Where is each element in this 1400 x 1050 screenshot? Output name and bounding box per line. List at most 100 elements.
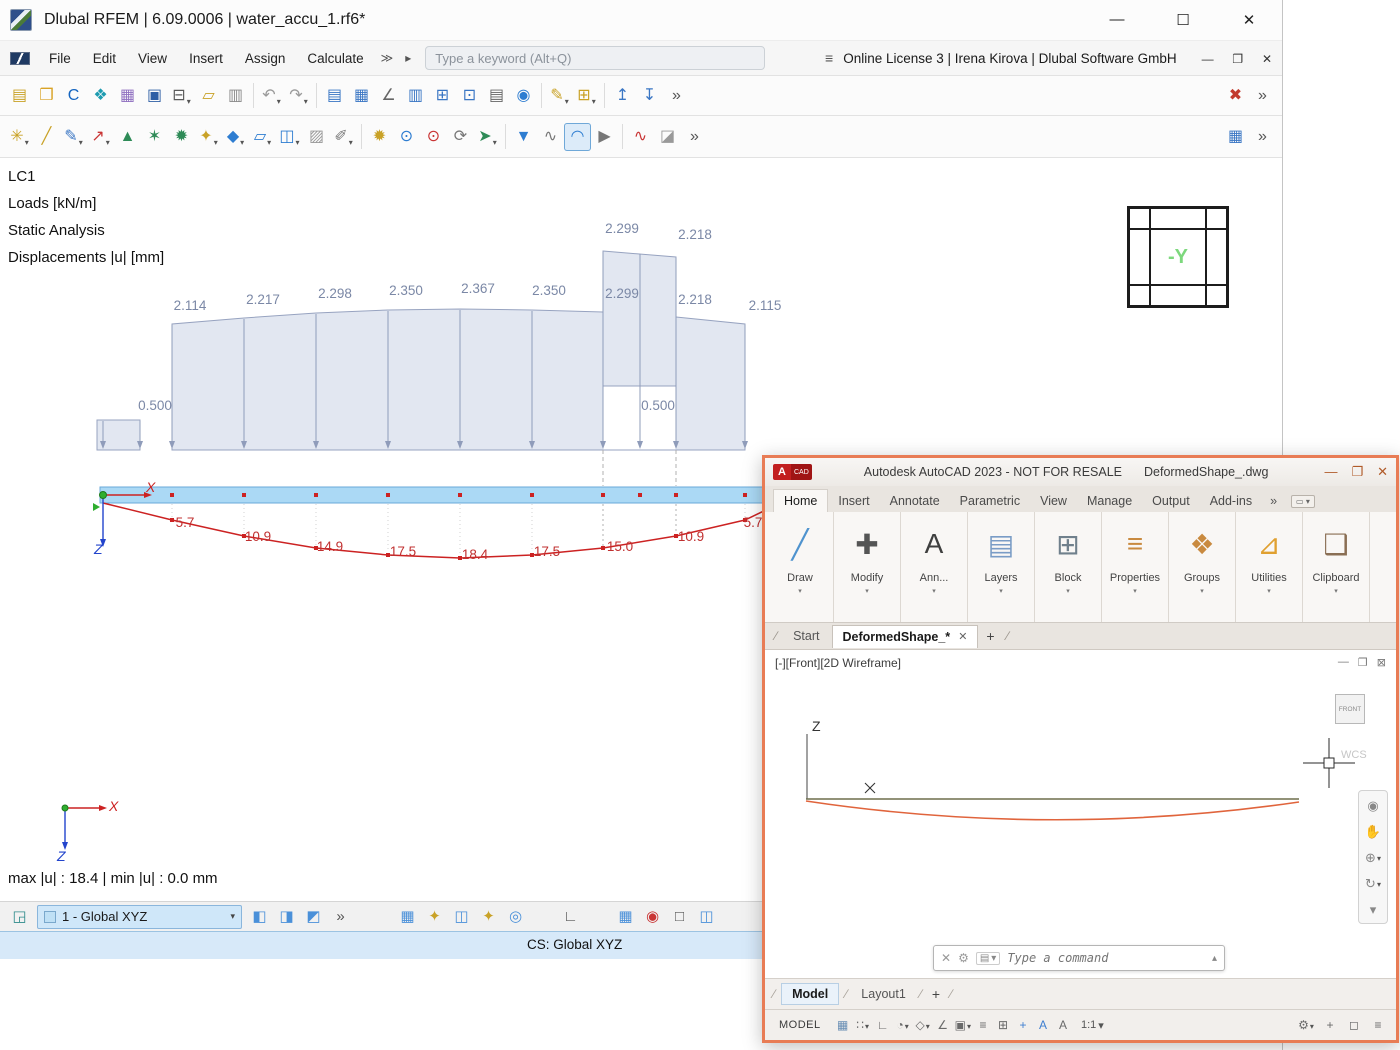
file-tab-start[interactable]: Start bbox=[783, 625, 829, 647]
maximize-button[interactable]: ☐ bbox=[1160, 11, 1206, 29]
vp-restore-icon[interactable]: ❐ bbox=[1358, 656, 1368, 669]
redo-icon-caret[interactable]: ▾ bbox=[304, 97, 308, 110]
undo-icon[interactable]: ↶▾ bbox=[258, 82, 285, 110]
mode-shapes-icon[interactable]: ∿ bbox=[627, 123, 654, 151]
utilities-panel-icon[interactable]: ⊿ bbox=[1257, 516, 1280, 572]
plane-xy-icon[interactable]: ✦ bbox=[421, 905, 448, 929]
print-icon-caret[interactable]: ▾ bbox=[187, 97, 191, 110]
annotation-scale-icon[interactable]: A bbox=[1053, 1015, 1073, 1035]
view-navigation-cube[interactable]: -Y bbox=[1127, 206, 1229, 308]
table-edit-icon[interactable]: ⊞▾ bbox=[573, 82, 600, 110]
groups-panel-icon[interactable]: ❖ bbox=[1189, 516, 1214, 572]
acad-close-button[interactable]: ✕ bbox=[1377, 464, 1388, 480]
insert-visual-object-icon[interactable]: ◫▾ bbox=[276, 123, 303, 151]
dynamic-input-icon[interactable]: ◔▾ bbox=[893, 1015, 913, 1035]
view-in-y-icon[interactable]: ◩ bbox=[300, 905, 327, 929]
ribbon-tab-manage[interactable]: Manage bbox=[1077, 490, 1142, 512]
pan-icon[interactable]: ✋ bbox=[1362, 821, 1384, 841]
line-edit-icon[interactable]: ✎▾ bbox=[60, 123, 87, 151]
viewcube-face[interactable] bbox=[1206, 208, 1227, 229]
orbit-icon[interactable]: ↻▾ bbox=[1362, 873, 1384, 893]
menu-file[interactable]: File bbox=[38, 51, 82, 66]
navigation-wheel-icon[interactable]: ◉ bbox=[1362, 795, 1384, 815]
save-icon[interactable]: ▣ bbox=[141, 82, 168, 110]
regenerate-icon[interactable]: ⟳ bbox=[447, 123, 474, 151]
polyline-icon[interactable]: ↗▾ bbox=[87, 123, 114, 151]
model-space-button[interactable]: MODEL bbox=[773, 1017, 827, 1033]
coordinate-system-select[interactable]: 1 - Global XYZ ▾ bbox=[37, 905, 242, 929]
printout-report-icon[interactable]: ▦ bbox=[114, 82, 141, 110]
views-overflow-icon[interactable]: » bbox=[327, 905, 354, 929]
generate-load-icon[interactable]: ✹ bbox=[366, 123, 393, 151]
ribbon-panel-draw[interactable]: ╱Draw▾ bbox=[767, 512, 834, 622]
modify-panel-icon[interactable]: ✚ bbox=[855, 516, 878, 572]
model-cube-icon[interactable]: ❖ bbox=[87, 82, 114, 110]
workspace-gear-icon[interactable]: ⚙▾ bbox=[1296, 1015, 1316, 1035]
doc-close-button[interactable]: ✕ bbox=[1262, 52, 1272, 66]
orbit-icon-caret[interactable]: ▾ bbox=[1377, 880, 1381, 893]
navigator-icon[interactable]: ▤ bbox=[321, 82, 348, 110]
ribbon-state-toggle[interactable]: ▭ ▾ bbox=[1291, 495, 1315, 508]
ribbon-panel-modify[interactable]: ✚Modify▾ bbox=[834, 512, 901, 622]
ribbon-panel-properties[interactable]: ≡Properties▾ bbox=[1102, 512, 1169, 622]
workspace-gear-icon-caret[interactable]: ▾ bbox=[1310, 1022, 1314, 1035]
undo-icon-caret[interactable]: ▾ bbox=[277, 97, 281, 110]
panel-expand-caret[interactable]: ▾ bbox=[999, 587, 1003, 595]
table-sc-icon[interactable]: ⊡ bbox=[456, 82, 483, 110]
navbar-more-icon[interactable]: ▾ bbox=[1362, 899, 1384, 919]
redo-icon[interactable]: ↷▾ bbox=[285, 82, 312, 110]
panel-expand-caret[interactable]: ▾ bbox=[1200, 587, 1204, 595]
insert-load-icon[interactable]: ✦▾ bbox=[195, 123, 222, 151]
viewcube-face[interactable] bbox=[1129, 208, 1150, 229]
row-up-icon[interactable]: ↥ bbox=[609, 82, 636, 110]
dlubal-center-icon[interactable]: C bbox=[60, 82, 87, 110]
ribbon-panel-utilities[interactable]: ⊿Utilities▾ bbox=[1236, 512, 1303, 622]
viewcube-face[interactable] bbox=[1129, 285, 1150, 306]
panel-expand-caret[interactable]: ▾ bbox=[1267, 587, 1271, 595]
close-button[interactable]: ✕ bbox=[1226, 11, 1272, 29]
snap-settings-icon[interactable]: ⊙ bbox=[393, 123, 420, 151]
add-note-icon[interactable]: ▱ bbox=[195, 82, 222, 110]
print-icon[interactable]: ⊟▾ bbox=[168, 82, 195, 110]
mesh-display-icon[interactable]: ▦ bbox=[612, 905, 639, 929]
clipboard-panel-icon[interactable]: ❑ bbox=[1323, 516, 1348, 572]
table-filter-icon[interactable]: ⊞ bbox=[429, 82, 456, 110]
toolbar-overflow2-icon[interactable]: » bbox=[1249, 82, 1276, 110]
polar-tracking-icon[interactable]: ∠ bbox=[933, 1015, 953, 1035]
layout-tab-model[interactable]: Model bbox=[781, 983, 839, 1005]
edit-mode-icon[interactable]: ✎▾ bbox=[546, 82, 573, 110]
doc-minimize-button[interactable]: — bbox=[1202, 52, 1214, 66]
result-tables-icon[interactable]: ▥ bbox=[402, 82, 429, 110]
clipping-box-icon[interactable]: ◫ bbox=[693, 905, 720, 929]
insert-imperfection-icon-caret[interactable]: ▾ bbox=[240, 138, 244, 151]
viewport-controls-label[interactable]: [-][Front][2D Wireframe] bbox=[775, 656, 901, 670]
panel-expand-caret[interactable]: ▾ bbox=[1133, 587, 1137, 595]
clear-results-icon[interactable]: ◪ bbox=[654, 123, 681, 151]
viewcube-face[interactable] bbox=[1150, 285, 1206, 306]
panel-expand-caret[interactable]: ▾ bbox=[798, 587, 802, 595]
properties-panel-icon[interactable]: ≡ bbox=[1127, 516, 1143, 572]
ribbon-tab-insert[interactable]: Insert bbox=[828, 490, 879, 512]
command-line-palette[interactable]: ✕ ⚙ ▤ ▾ ▴ bbox=[933, 945, 1225, 971]
table-edit-icon-caret[interactable]: ▾ bbox=[592, 97, 596, 110]
result-diagram-icon[interactable]: ∿ bbox=[537, 123, 564, 151]
zoom-icon[interactable]: ⊕▾ bbox=[1362, 847, 1384, 867]
object-snap-icon[interactable]: ▣▾ bbox=[953, 1015, 973, 1035]
annotation-panel-icon[interactable]: A bbox=[925, 516, 944, 572]
load-wizard-icon[interactable]: ➤▾ bbox=[474, 123, 501, 151]
acad-minimize-button[interactable]: — bbox=[1324, 464, 1337, 480]
insert-node-icon[interactable]: ✳▾ bbox=[6, 123, 33, 151]
dimension-icon-caret[interactable]: ▾ bbox=[349, 138, 353, 151]
menu-view[interactable]: View bbox=[127, 51, 178, 66]
command-customize-icon[interactable]: ⚙ bbox=[958, 951, 969, 965]
edit-mode-icon-caret[interactable]: ▾ bbox=[565, 97, 569, 110]
insert-surface-icon[interactable]: ✶ bbox=[141, 123, 168, 151]
keyword-search-input[interactable] bbox=[425, 46, 765, 70]
panel-expand-caret[interactable]: ▾ bbox=[1066, 587, 1070, 595]
layers-panel-icon[interactable]: ▤ bbox=[988, 516, 1014, 572]
new-model-icon[interactable]: ▤ bbox=[6, 82, 33, 110]
snap-mode-icon-caret[interactable]: ▾ bbox=[865, 1022, 869, 1035]
insert-section-icon-caret[interactable]: ▾ bbox=[267, 138, 271, 151]
minimize-button[interactable]: — bbox=[1094, 11, 1140, 29]
insert-imperfection-icon[interactable]: ◆▾ bbox=[222, 123, 249, 151]
